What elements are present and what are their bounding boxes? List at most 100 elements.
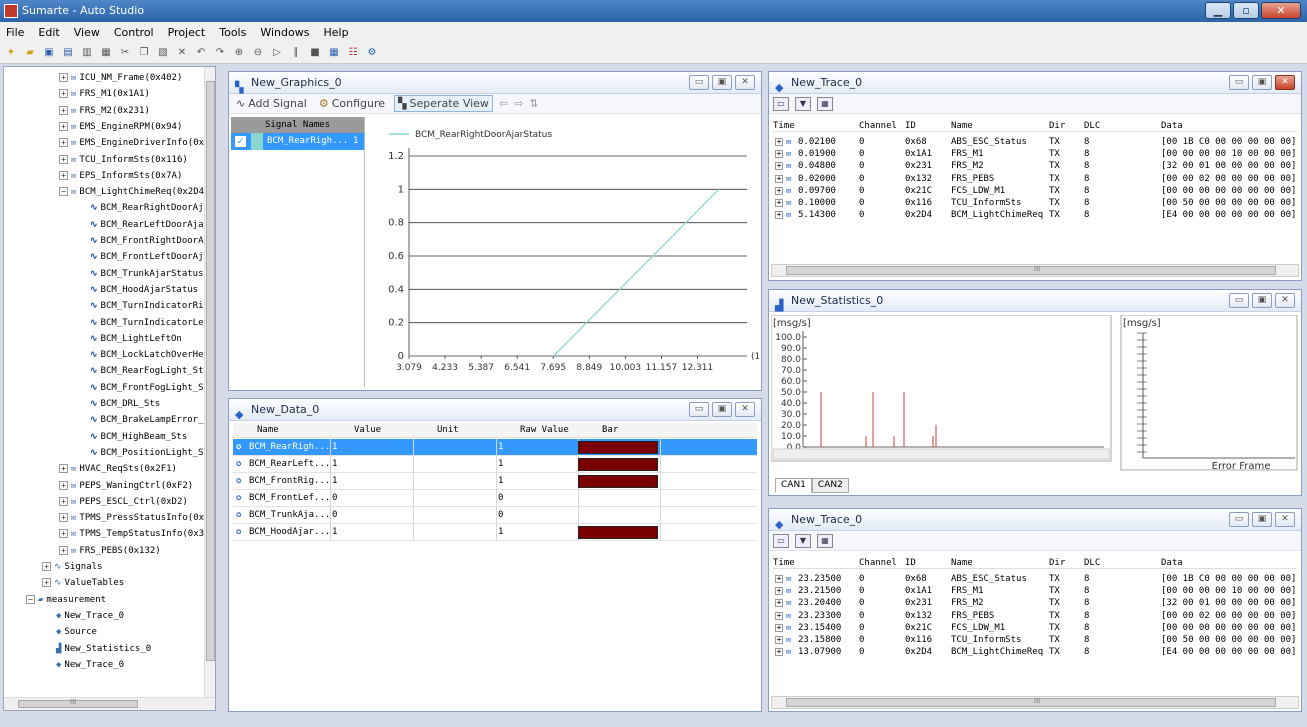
tab-can1[interactable]: CAN1	[775, 478, 812, 493]
trace-row[interactable]: + ✉ 23.21500 0 0x1A1 FRS_M1 TX 8 [00 00 00 00 10…	[773, 585, 1297, 597]
tree-item[interactable]: + ✉ TPMS_PressStatusInfo(0x3	[59, 510, 209, 526]
tree-item[interactable]: ∿ BCM_TurnIndicatorLeft	[90, 315, 214, 331]
expand-icon[interactable]: +	[775, 623, 783, 632]
tree-item[interactable]: ∿ BCM_PositionLight_Sts	[90, 445, 214, 461]
menu-help[interactable]: Help	[323, 26, 348, 39]
sort-icon[interactable]: ⇅	[529, 97, 538, 110]
expand-icon[interactable]: +	[59, 529, 68, 539]
expand-icon[interactable]: +	[59, 464, 68, 474]
tree-item[interactable]: + ✉ EMS_EngineDriverInfo(0x2	[59, 135, 209, 151]
expand-icon[interactable]: +	[775, 636, 783, 644]
signal-checkbox[interactable]: ✓	[235, 136, 246, 147]
trace-row[interactable]: + ✉ 23.23500 0 0x68 ABS_ESC_Status TX 8 [00 1B C…	[773, 573, 1297, 585]
trace-row[interactable]: + ✉ 23.20400 0 0x231 FRS_M2 TX 8 [32 00 01 00 00…	[773, 597, 1297, 609]
tree-item[interactable]: ◆ New_Trace_0	[56, 608, 124, 624]
trace-row[interactable]: + ✉ 0.09700 0 0x21C FCS_LDW_M1 TX 8 [00 00 00 00…	[773, 185, 1297, 197]
close-panel-button[interactable]: ✕	[735, 75, 755, 90]
expand-icon[interactable]: +	[59, 513, 68, 523]
trace-row[interactable]: + ✉ 13.07900 0 0x2D4 BCM_LightChimeReq TX 8 [E4 …	[773, 646, 1297, 658]
play-icon[interactable]: ▷	[270, 46, 284, 60]
tree-item[interactable]: + ✉ ICU_NM_Frame(0x402)	[59, 70, 182, 86]
trace-view-icon[interactable]: ▭	[773, 533, 789, 548]
tree-item[interactable]: + ∿ ValueTables	[42, 575, 124, 591]
save-all-icon[interactable]: ▤	[61, 46, 75, 60]
expand-icon[interactable]: +	[775, 648, 783, 657]
trace-row[interactable]: + ✉ 0.04800 0 0x231 FRS_M2 TX 8 [32 00 01 00 00 …	[773, 160, 1297, 172]
expand-icon[interactable]: +	[775, 587, 783, 596]
expand-icon[interactable]: +	[775, 150, 783, 159]
trace-row[interactable]: + ✉ 23.15400 0 0x21C FCS_LDW_M1 TX 8 [00 00 00 0…	[773, 622, 1297, 634]
tree-item[interactable]: ∿ BCM_HoodAjarStatus	[90, 282, 198, 298]
data-row[interactable]: ✪ BCM_FrontLef... 0 0	[233, 490, 757, 507]
trace-view-icon[interactable]: ▭	[773, 96, 789, 111]
tree-item[interactable]: ∿ BCM_HighBeam_Sts	[90, 429, 187, 445]
pause-icon[interactable]: ∥	[289, 46, 303, 60]
tree-item[interactable]: ∿ BCM_LightLeftOn	[90, 331, 182, 347]
trace-row[interactable]: + ✉ 0.02000 0 0x132 FRS_PEBS TX 8 [00 00 02 00 0…	[773, 173, 1297, 185]
data-row[interactable]: ✪ BCM_RearRigh... 1 1	[233, 439, 757, 456]
tree-item[interactable]: + ✉ TCU_InformSts(0x116)	[59, 152, 188, 168]
expand-icon[interactable]: +	[59, 480, 68, 490]
tree-horizontal-scrollbar[interactable]: III	[4, 697, 215, 710]
data-row[interactable]: ✪ BCM_RearLeft... 1 1	[233, 456, 757, 473]
new-icon[interactable]: ✦	[4, 46, 18, 60]
menu-project[interactable]: Project	[168, 26, 206, 39]
maximize-button[interactable]: ▫	[1233, 2, 1259, 19]
menu-windows[interactable]: Windows	[260, 26, 309, 39]
trace-row[interactable]: + ✉ 5.14300 0 0x2D4 BCM_LightChimeReq TX 8 [E4 0…	[773, 209, 1297, 221]
expand-icon[interactable]: +	[59, 121, 68, 131]
expand-icon[interactable]: +	[59, 73, 68, 82]
close-panel-button[interactable]: ✕	[1275, 293, 1295, 308]
expand-icon[interactable]: +	[775, 138, 783, 146]
trace-horizontal-scrollbar[interactable]: III	[771, 696, 1299, 709]
tree-item[interactable]: + ✉ PEPS_WaningCtrl(0xF2)	[59, 478, 193, 494]
tree-item[interactable]: + ✉ FRS_M2(0x231)	[59, 103, 150, 119]
tree-item[interactable]: ∿ BCM_RearFogLight_Sts	[90, 363, 209, 379]
expand-icon[interactable]: +	[59, 496, 68, 506]
grid-icon[interactable]: ▦	[327, 46, 341, 60]
trace-row[interactable]: + ✉ 0.02100 0 0x68 ABS_ESC_Status TX 8 [00 1B C0…	[773, 136, 1297, 148]
cut-icon[interactable]: ✂	[118, 46, 132, 60]
tree-item[interactable]: − ▰ measurement	[26, 592, 106, 608]
tree-item[interactable]: ∿ BCM_RearLeftDoorAjarS	[90, 217, 214, 233]
tree-item[interactable]: + ✉ EMS_EngineRPM(0x94)	[59, 119, 182, 135]
zoom-in-icon[interactable]: ⊕	[232, 46, 246, 60]
delete-icon[interactable]: ✕	[175, 46, 189, 60]
tree-item[interactable]: ∿ BCM_BrakeLampError_St	[90, 412, 214, 428]
scroll-thumb[interactable]	[206, 81, 215, 661]
menu-view[interactable]: View	[74, 26, 100, 39]
scroll-thumb[interactable]	[18, 700, 138, 708]
print-icon[interactable]: ▥	[80, 46, 94, 60]
expand-icon[interactable]: +	[59, 138, 68, 148]
trace-row[interactable]: + ✉ 23.15800 0 0x116 TCU_InformSts TX 8 [00 50 0…	[773, 634, 1297, 646]
trace-row[interactable]: + ✉ 0.01900 0 0x1A1 FRS_M1 TX 8 [00 00 00 00 10 …	[773, 148, 1297, 160]
tree-item[interactable]: + ✉ HVAC_ReqSts(0x2F1)	[59, 461, 177, 477]
restore-panel-button[interactable]: ▣	[1252, 293, 1272, 308]
minimize-panel-button[interactable]: ▭	[1229, 512, 1249, 527]
arrow-right-icon[interactable]: ⇨	[514, 97, 523, 110]
menu-tools[interactable]: Tools	[219, 26, 246, 39]
expand-icon[interactable]: +	[775, 211, 783, 220]
tree-item[interactable]: + ∿ Signals	[42, 559, 102, 575]
save-icon[interactable]: ▣	[42, 46, 56, 60]
restore-panel-button[interactable]: ▣	[1252, 75, 1272, 90]
close-button[interactable]: ✕	[1261, 2, 1301, 19]
restore-panel-button[interactable]: ▣	[712, 402, 732, 417]
trace-horizontal-scrollbar[interactable]: III	[771, 264, 1299, 277]
tree-item[interactable]: ∿ BCM_FrontLeftDoorAjar	[90, 249, 214, 265]
minimize-panel-button[interactable]: ▭	[1229, 293, 1249, 308]
restore-panel-button[interactable]: ▣	[1252, 512, 1272, 527]
trace-row[interactable]: + ✉ 23.23300 0 0x132 FRS_PEBS TX 8 [00 00 02 00 …	[773, 610, 1297, 622]
trace-filter-icon[interactable]: ▼	[795, 533, 811, 548]
expand-icon[interactable]: +	[42, 578, 51, 588]
undo-icon[interactable]: ↶	[194, 46, 208, 60]
expand-icon[interactable]: +	[59, 170, 68, 180]
close-panel-button[interactable]: ✕	[1275, 75, 1295, 90]
expand-icon[interactable]: +	[775, 199, 783, 207]
minimize-panel-button[interactable]: ▭	[1229, 75, 1249, 90]
expand-icon[interactable]: −	[26, 594, 35, 604]
close-panel-button[interactable]: ✕	[735, 402, 755, 417]
trace-grid-icon[interactable]: ▦	[817, 96, 833, 111]
copy-icon[interactable]: ❐	[137, 46, 151, 60]
tree-item[interactable]: ◆ Source	[56, 624, 97, 640]
